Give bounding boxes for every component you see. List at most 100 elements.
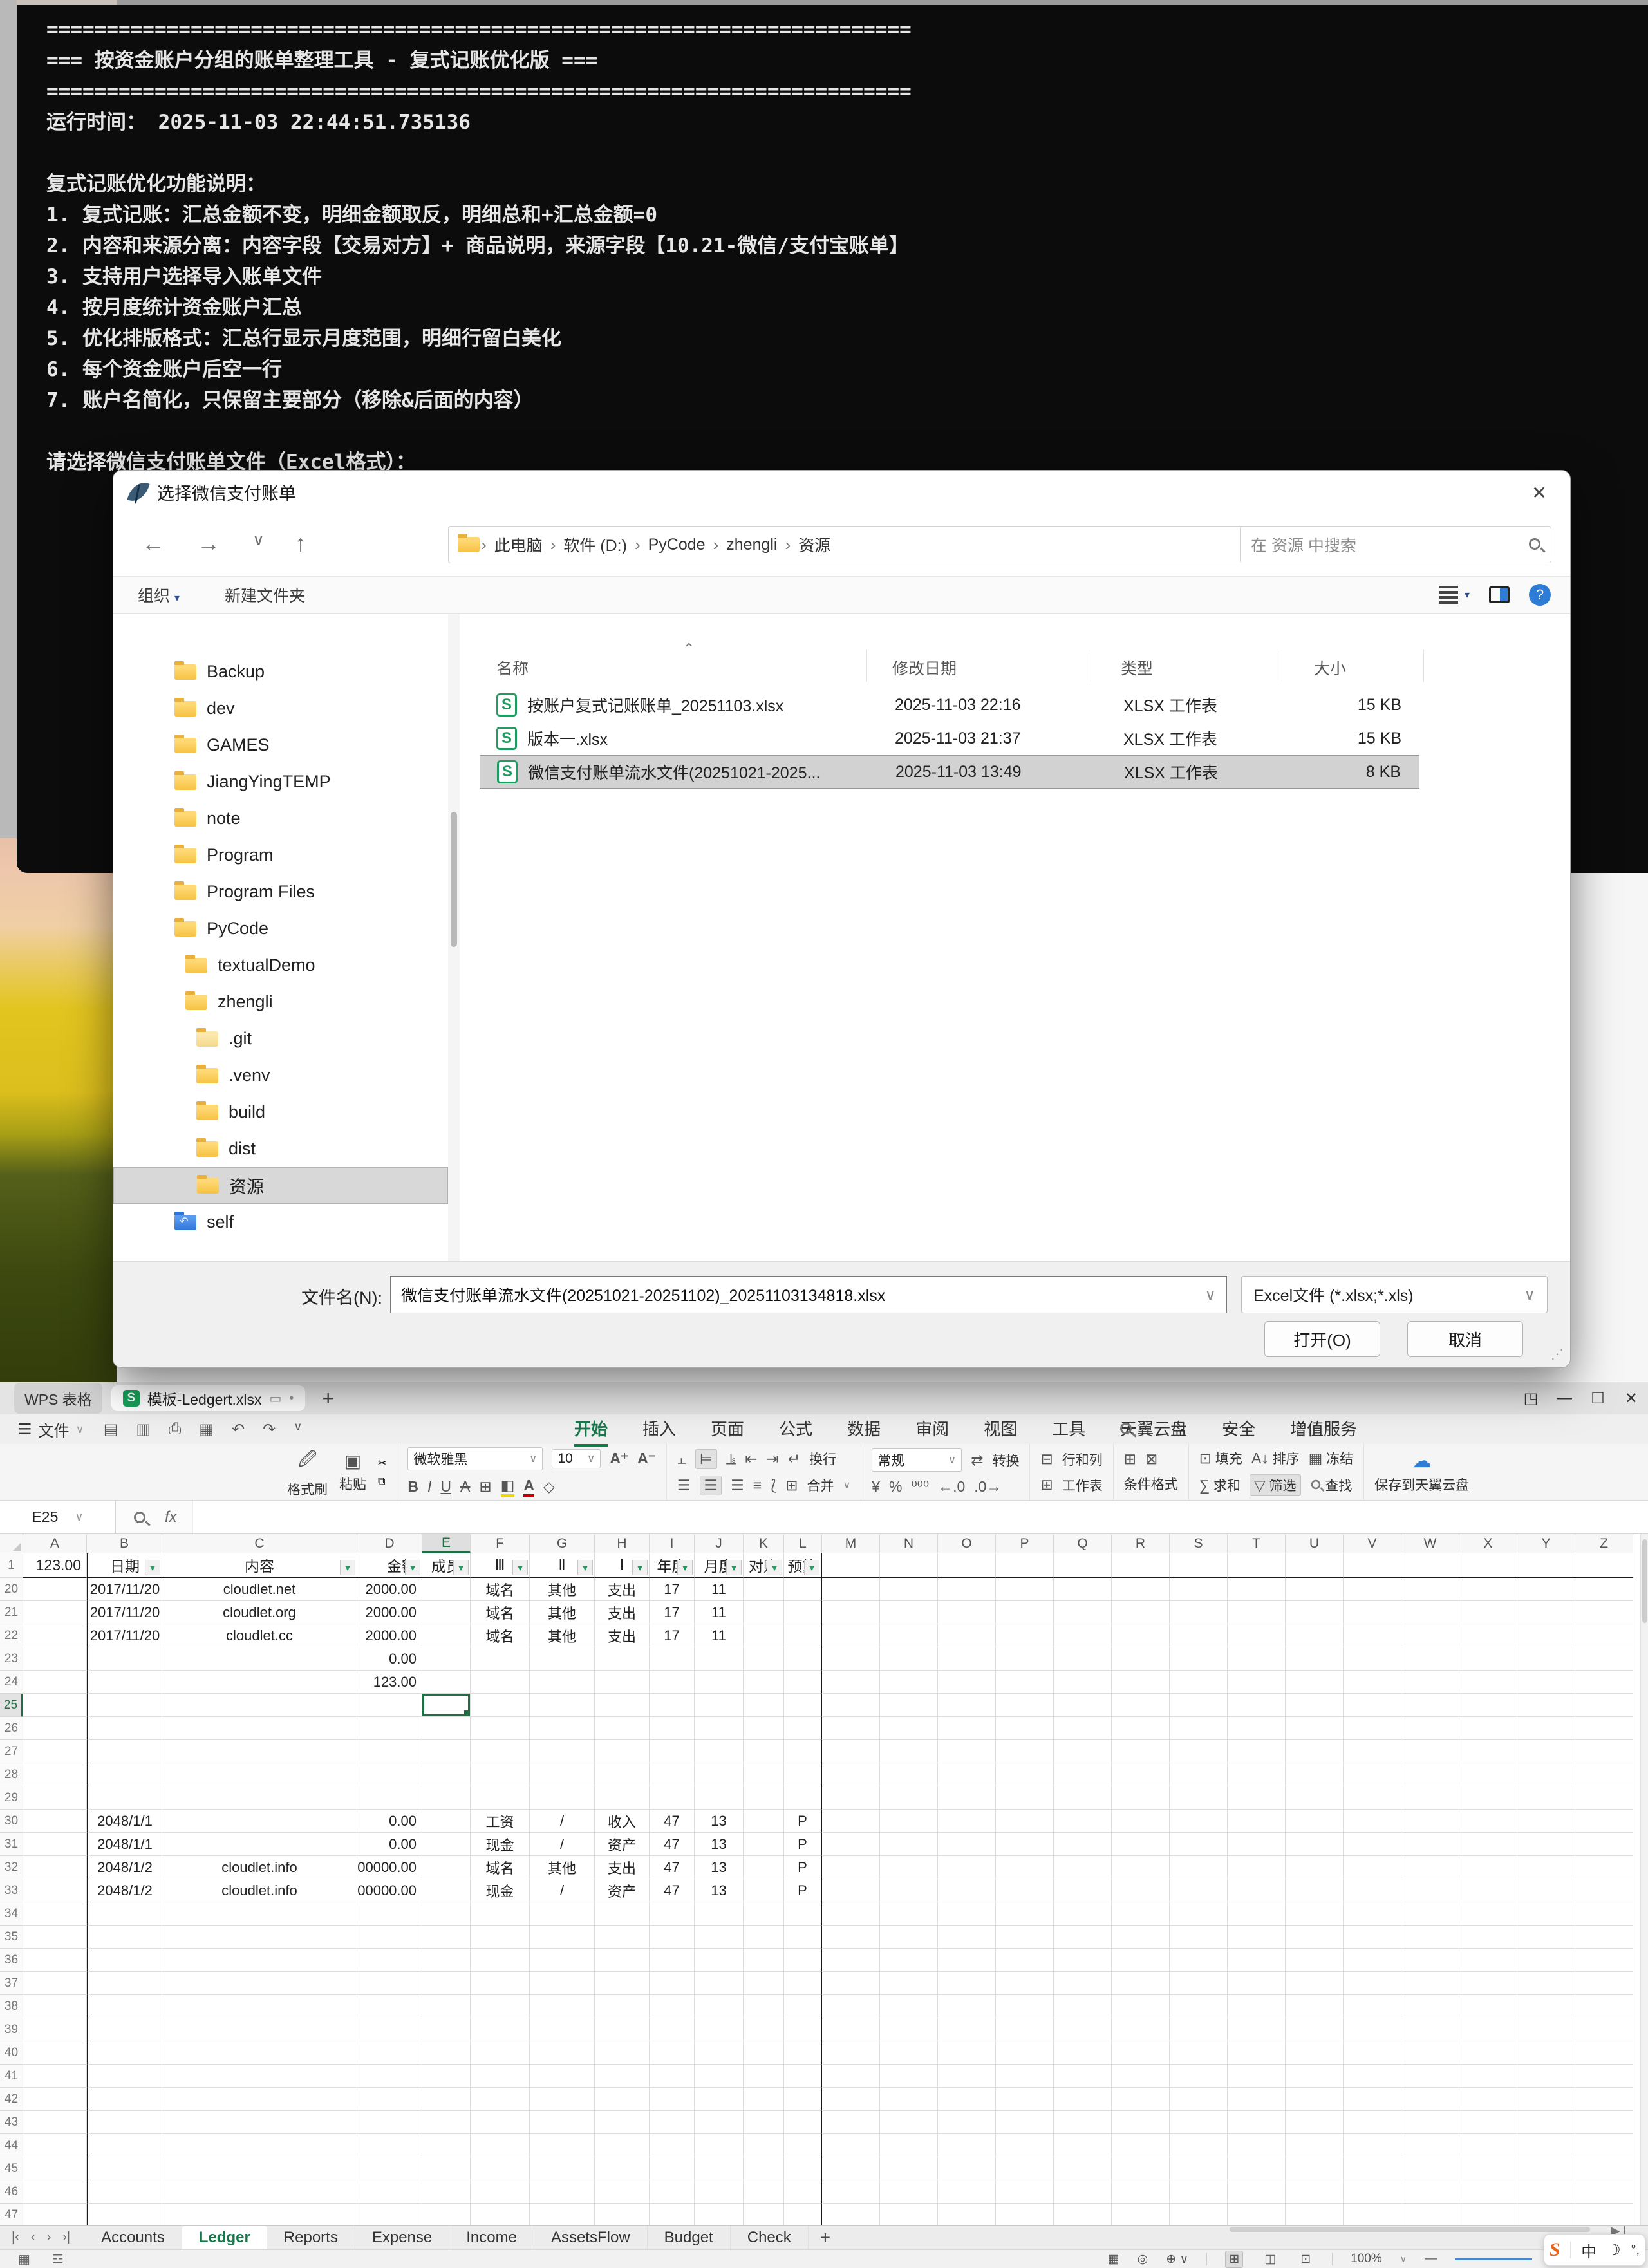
last-sheet-icon[interactable]: ›| (62, 2230, 70, 2245)
cell-W26[interactable] (1401, 1717, 1459, 1740)
column-header-M[interactable]: M (822, 1534, 880, 1553)
cell-I36[interactable] (650, 1949, 695, 1972)
cell-O38[interactable] (938, 1995, 996, 2018)
filter-button-J[interactable]: ▼ (726, 1560, 742, 1575)
cell-S25[interactable] (1170, 1694, 1228, 1717)
cell-G21[interactable]: 其他 (530, 1601, 595, 1624)
cell-U25[interactable] (1286, 1694, 1344, 1717)
cell-H21[interactable]: 支出 (595, 1601, 650, 1624)
cell-D25[interactable] (357, 1694, 422, 1717)
cell-Z42[interactable] (1575, 2088, 1633, 2111)
cell-R26[interactable] (1112, 1717, 1170, 1740)
cell-W22[interactable] (1401, 1624, 1459, 1647)
cell-D40[interactable] (357, 2041, 422, 2065)
cell-M40[interactable] (822, 2041, 880, 2065)
cell-X25[interactable] (1459, 1694, 1517, 1717)
cell-V24[interactable] (1344, 1671, 1401, 1694)
row-header-43[interactable]: 43 (0, 2111, 23, 2134)
cell-W21[interactable] (1401, 1601, 1459, 1624)
cell-M25[interactable] (822, 1694, 880, 1717)
cell-K39[interactable] (744, 2018, 784, 2041)
cell-N26[interactable] (880, 1717, 938, 1740)
horizontal-scrollbar[interactable] (1230, 2227, 1590, 2232)
cell-N25[interactable] (880, 1694, 938, 1717)
cell-Q21[interactable] (1054, 1601, 1112, 1624)
select-all-corner[interactable] (0, 1534, 23, 1553)
cell-J41[interactable] (695, 2065, 744, 2088)
cell-N27[interactable] (880, 1740, 938, 1763)
cell-L45[interactable] (784, 2157, 822, 2180)
cell-L24[interactable] (784, 1671, 822, 1694)
cell-V41[interactable] (1344, 2065, 1401, 2088)
cell-R23[interactable] (1112, 1647, 1170, 1671)
cell-A35[interactable] (23, 1926, 87, 1949)
row-header-40[interactable]: 40 (0, 2041, 23, 2065)
align-middle-icon[interactable]: ⊨ (695, 1449, 717, 1469)
cell-Z33[interactable] (1575, 1879, 1633, 1902)
paste-button[interactable]: ▣ 粘贴 (339, 1450, 366, 1494)
cell-B42[interactable] (87, 2088, 162, 2111)
vertical-scrollbar[interactable] (1640, 1534, 1648, 2225)
cell-N38[interactable] (880, 1995, 938, 2018)
cell-U24[interactable] (1286, 1671, 1344, 1694)
column-header-L[interactable]: L (784, 1534, 822, 1553)
cell-G35[interactable] (530, 1926, 595, 1949)
cell-P44[interactable] (996, 2134, 1054, 2157)
cell-H26[interactable] (595, 1717, 650, 1740)
decrease-indent-icon[interactable]: ⇤ (745, 1450, 757, 1468)
cell-U45[interactable] (1286, 2157, 1344, 2180)
cell-C44[interactable] (162, 2134, 357, 2157)
cell-H33[interactable]: 资产 (595, 1879, 650, 1902)
cell-Y45[interactable] (1517, 2157, 1575, 2180)
cell-W41[interactable] (1401, 2065, 1459, 2088)
ribbon-tab-插入[interactable]: 插入 (635, 1414, 684, 1445)
cell-I45[interactable] (650, 2157, 695, 2180)
cell-W24[interactable] (1401, 1671, 1459, 1694)
cell-D45[interactable] (357, 2157, 422, 2180)
cell-Y44[interactable] (1517, 2134, 1575, 2157)
row-header-21[interactable]: 21 (0, 1601, 23, 1624)
cell-G31[interactable]: / (530, 1833, 595, 1856)
cell-F44[interactable] (471, 2134, 530, 2157)
cell-I42[interactable] (650, 2088, 695, 2111)
cell-F29[interactable] (471, 1786, 530, 1810)
cell-R24[interactable] (1112, 1671, 1170, 1694)
cell-V37[interactable] (1344, 1972, 1401, 1995)
cell-N29[interactable] (880, 1786, 938, 1810)
cell-X41[interactable] (1459, 2065, 1517, 2088)
cell-X37[interactable] (1459, 1972, 1517, 1995)
cell-M43[interactable] (822, 2111, 880, 2134)
cell-H44[interactable] (595, 2134, 650, 2157)
cell-X31[interactable] (1459, 1833, 1517, 1856)
orientation-icon[interactable]: ⟅ (771, 1477, 776, 1494)
cell-Y29[interactable] (1517, 1786, 1575, 1810)
increase-decimal-icon[interactable]: ←.0 (938, 1478, 965, 1495)
cell-Y35[interactable] (1517, 1926, 1575, 1949)
row-header-42[interactable]: 42 (0, 2088, 23, 2111)
cell-S46[interactable] (1170, 2180, 1228, 2204)
tree-item-资源[interactable]: 资源 (113, 1167, 448, 1204)
cell-R30[interactable] (1112, 1810, 1170, 1833)
cell-I39[interactable] (650, 2018, 695, 2041)
cell-D38[interactable] (357, 1995, 422, 2018)
cell-J40[interactable] (695, 2041, 744, 2065)
cell-Z32[interactable] (1575, 1856, 1633, 1879)
cell-Y40[interactable] (1517, 2041, 1575, 2065)
wps-app-tab[interactable]: WPS 表格 (14, 1383, 102, 1414)
cell-V47[interactable] (1344, 2204, 1401, 2225)
row-header-26[interactable]: 26 (0, 1717, 23, 1740)
row-header-35[interactable]: 35 (0, 1926, 23, 1949)
cell-G29[interactable] (530, 1786, 595, 1810)
align-right-icon[interactable]: ☰ (731, 1477, 744, 1494)
page-layout-view-icon[interactable]: ◫ (1261, 2251, 1279, 2267)
column-header-T[interactable]: T (1228, 1534, 1286, 1553)
cell-J47[interactable] (695, 2204, 744, 2225)
cell-K40[interactable] (744, 2041, 784, 2065)
cell-T39[interactable] (1228, 2018, 1286, 2041)
tree-item-note[interactable]: note (113, 800, 448, 837)
font-color-icon[interactable]: A (523, 1477, 534, 1497)
cell-G32[interactable]: 其他 (530, 1856, 595, 1879)
cell-C25[interactable] (162, 1694, 357, 1717)
cell-E28[interactable] (422, 1763, 471, 1786)
row-header-38[interactable]: 38 (0, 1995, 23, 2018)
